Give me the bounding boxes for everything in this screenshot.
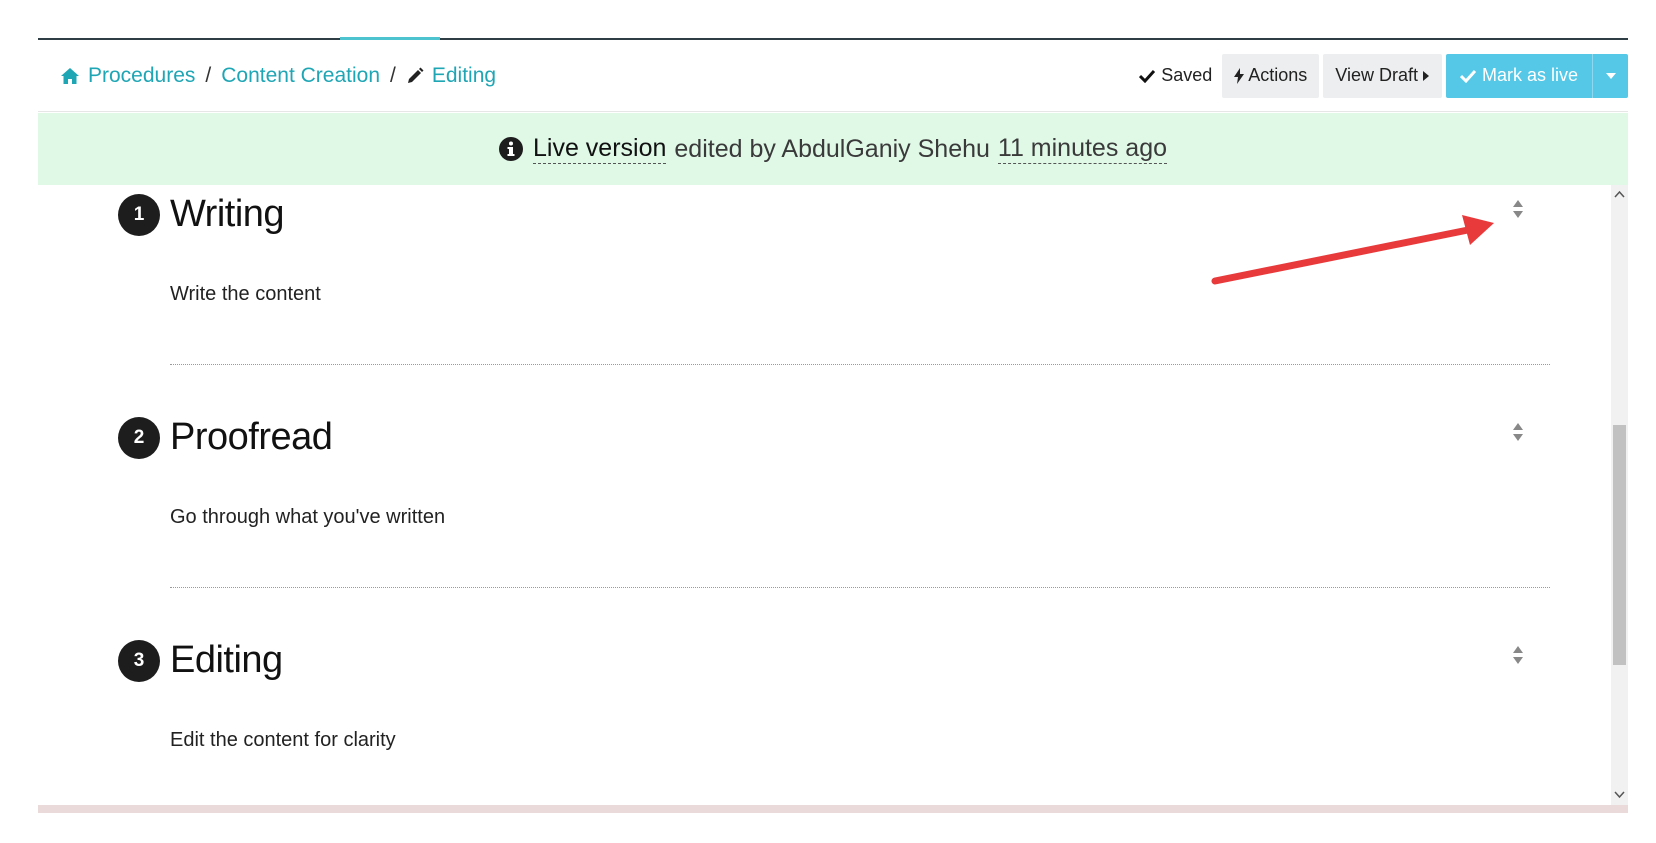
bolt-icon bbox=[1234, 67, 1245, 84]
page-header: Procedures / Content Creation / Editing … bbox=[38, 40, 1628, 112]
step-divider bbox=[170, 364, 1550, 365]
scrollbar-thumb[interactable] bbox=[1613, 425, 1626, 665]
step-divider bbox=[170, 587, 1550, 588]
live-version-link[interactable]: Live version bbox=[532, 134, 667, 164]
step-title[interactable]: Editing bbox=[170, 639, 283, 682]
edited-by-text: edited by AbdulGaniy Shehu bbox=[674, 134, 990, 163]
step-number-badge: 1 bbox=[118, 193, 160, 236]
saved-label: Saved bbox=[1161, 65, 1213, 85]
pencil-icon bbox=[407, 67, 424, 83]
breadcrumb-separator: / bbox=[205, 63, 212, 87]
step-title[interactable]: Proofread bbox=[170, 416, 333, 459]
view-draft-label: View Draft bbox=[1335, 65, 1418, 85]
view-draft-button[interactable]: View Draft bbox=[1323, 53, 1442, 98]
caret-right-icon bbox=[1422, 70, 1429, 81]
home-icon bbox=[61, 67, 79, 84]
toolbar: Saved Actions View Draft Mark as live bbox=[1139, 53, 1628, 98]
info-icon bbox=[498, 137, 523, 161]
bottom-strip bbox=[38, 805, 1628, 813]
check-icon bbox=[1139, 69, 1156, 83]
breadcrumb-item-content-creation[interactable]: Content Creation bbox=[221, 64, 380, 88]
step-description[interactable]: Go through what you've written bbox=[170, 506, 445, 529]
scroll-up-icon[interactable] bbox=[1614, 189, 1625, 200]
breadcrumb-label: Editing bbox=[431, 63, 497, 87]
breadcrumb-item-editing[interactable]: Editing bbox=[406, 64, 496, 88]
breadcrumb-item-procedures[interactable]: Procedures bbox=[60, 64, 195, 88]
sort-handle-icon[interactable] bbox=[1510, 643, 1526, 667]
step-number-badge: 3 bbox=[118, 639, 160, 682]
check-icon bbox=[1459, 69, 1476, 83]
breadcrumb: Procedures / Content Creation / Editing bbox=[38, 64, 496, 88]
step-header: 2 Proofread bbox=[118, 416, 333, 459]
step-description[interactable]: Write the content bbox=[170, 283, 321, 306]
step-header: 3 Editing bbox=[118, 639, 283, 682]
saved-status: Saved bbox=[1139, 65, 1212, 86]
scroll-down-icon[interactable] bbox=[1614, 789, 1625, 800]
breadcrumb-label: Procedures bbox=[88, 63, 196, 87]
mark-live-dropdown-toggle[interactable] bbox=[1592, 53, 1628, 98]
live-version-notice: Live version edited by AbdulGaniy Shehu … bbox=[38, 113, 1628, 185]
step-header: 1 Writing bbox=[118, 193, 285, 236]
step-number-badge: 2 bbox=[118, 416, 160, 459]
actions-button[interactable]: Actions bbox=[1222, 53, 1320, 98]
sort-handle-icon[interactable] bbox=[1510, 420, 1526, 444]
breadcrumb-separator: / bbox=[390, 63, 396, 87]
edited-time-ago[interactable]: 11 minutes ago bbox=[997, 134, 1167, 164]
mark-as-live-label: Mark as live bbox=[1481, 65, 1578, 85]
sort-handle-icon[interactable] bbox=[1510, 197, 1526, 221]
steps-list: 1 Writing Write the content 2 Proofread … bbox=[38, 185, 1628, 805]
actions-label: Actions bbox=[1248, 65, 1308, 85]
mark-as-live-button[interactable]: Mark as live bbox=[1445, 53, 1592, 98]
caret-down-icon bbox=[1605, 72, 1616, 79]
breadcrumb-label: Content Creation bbox=[221, 63, 380, 87]
vertical-scrollbar[interactable] bbox=[1611, 185, 1628, 805]
step-title[interactable]: Writing bbox=[170, 193, 285, 236]
step-description[interactable]: Edit the content for clarity bbox=[170, 729, 396, 752]
